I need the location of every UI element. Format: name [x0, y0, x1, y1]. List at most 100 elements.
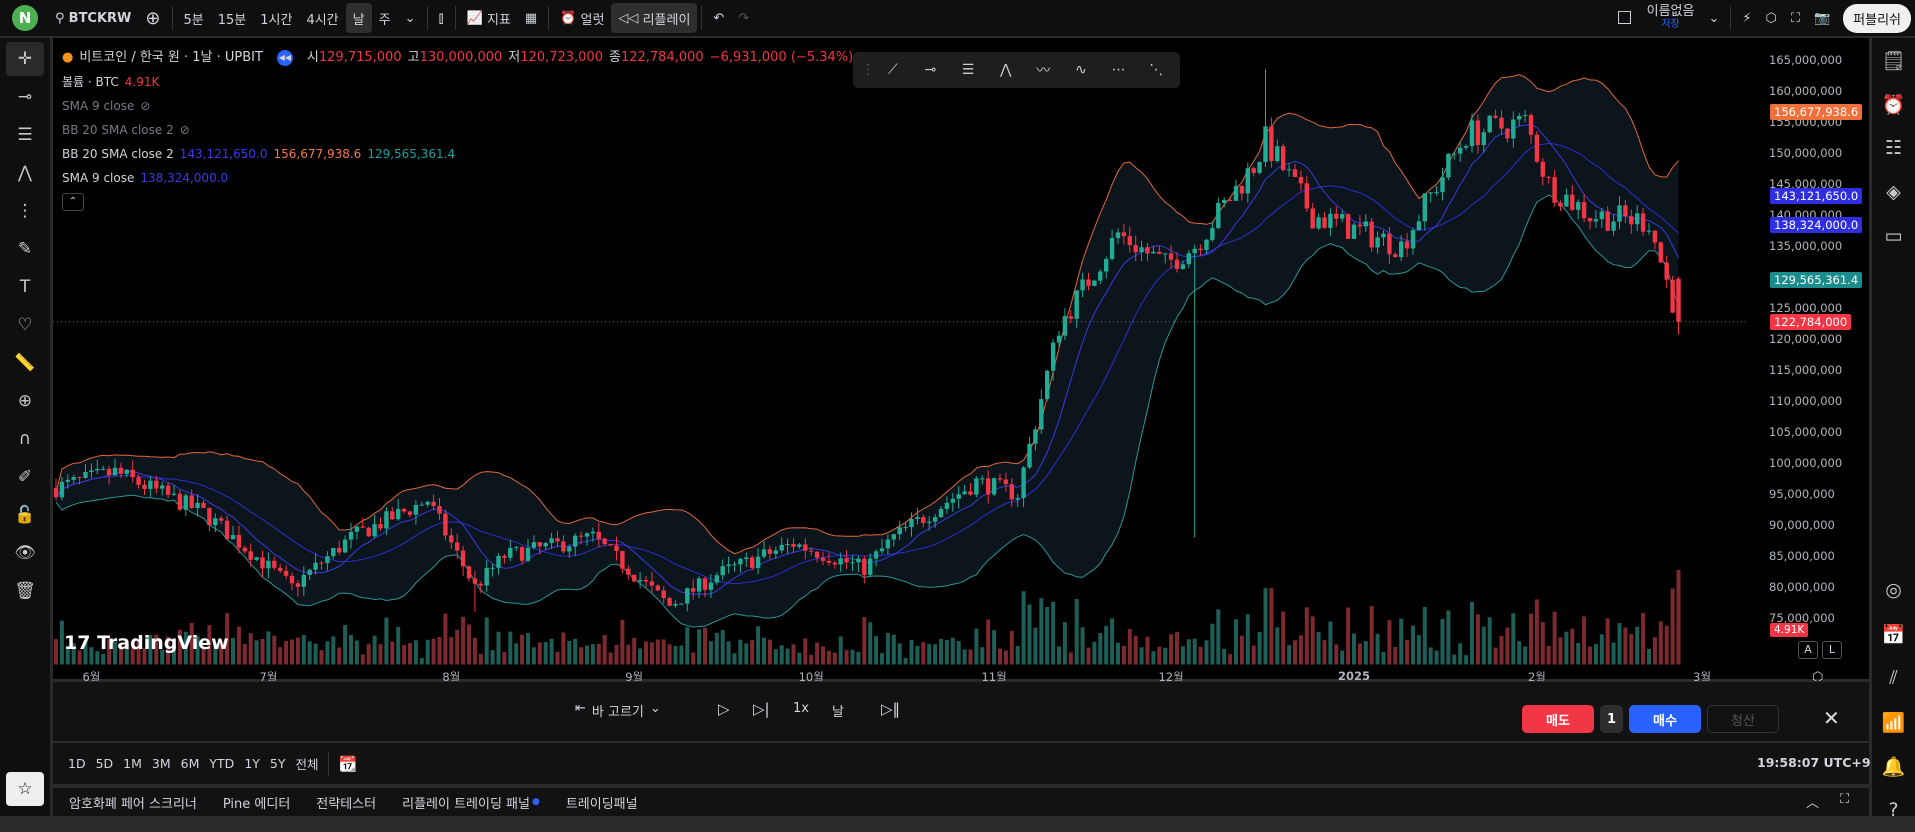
hidden-bb-legend-row[interactable]: BB 20 SMA close 2 ⊘	[62, 118, 853, 142]
buy-button[interactable]: 매수	[1629, 705, 1701, 733]
camera-icon[interactable]: 📷	[1807, 0, 1837, 36]
ruler-icon[interactable]: 📏	[6, 346, 44, 380]
lock-drawing-icon[interactable]: ✐	[6, 460, 44, 494]
zoom-in-icon[interactable]: ⊕	[6, 384, 44, 418]
close-replay-icon[interactable]: ✕	[1823, 706, 1840, 730]
magnet-icon[interactable]: ∩	[6, 422, 44, 456]
compare-symbol-button[interactable]: ⊕	[138, 0, 167, 36]
settings-gear-icon[interactable]: ⬡	[1759, 0, 1784, 36]
redo-icon[interactable]: ↷	[731, 0, 756, 36]
panel-tab[interactable]: 리플레이 트레이딩 패널	[402, 793, 530, 812]
range-1y[interactable]: 1Y	[239, 756, 265, 771]
heart-icon[interactable]: ♡	[6, 308, 44, 342]
sma-legend-row[interactable]: SMA 9 close 138,324,000.0	[62, 166, 853, 190]
hidden-sma-legend-row[interactable]: SMA 9 close ⊘	[62, 94, 853, 118]
range-5y[interactable]: 5Y	[265, 756, 291, 771]
quick-search-icon[interactable]: ⚡	[1735, 0, 1758, 36]
panel-tab[interactable]: 전략테스터	[316, 793, 376, 812]
speed-button[interactable]: 1x	[793, 701, 809, 716]
pattern-icon[interactable]: ⋀	[6, 156, 44, 190]
undo-icon[interactable]: ↶	[706, 0, 731, 36]
range-1m[interactable]: 1M	[118, 756, 147, 771]
trend-line-icon[interactable]: ⊸	[6, 80, 44, 114]
jump-to-realtime-button[interactable]: ▷‖	[881, 700, 900, 718]
watchlist-icon[interactable]: 🗒	[1872, 38, 1915, 82]
text-icon[interactable]: T	[6, 270, 44, 304]
interval-15m[interactable]: 15분	[211, 0, 254, 36]
interval-week[interactable]: 주	[372, 0, 398, 36]
volume-legend-row[interactable]: 볼륨 · BTC 4.91K	[62, 70, 853, 94]
help-icon[interactable]: ?	[1872, 788, 1915, 832]
collapse-panel-icon[interactable]: ︿	[1806, 792, 1819, 811]
bell-icon[interactable]: 🔔	[1872, 744, 1915, 788]
prediction-icon[interactable]: ⋮	[6, 194, 44, 228]
sell-button[interactable]: 매도	[1522, 705, 1594, 733]
replay-rewind-icon[interactable]: ◀◀	[276, 50, 293, 66]
range-3m[interactable]: 3M	[147, 756, 176, 771]
close-position-button[interactable]: 청산	[1707, 705, 1779, 733]
drag-handle-icon[interactable]: ⋮	[861, 62, 875, 78]
range-6m[interactable]: 6M	[176, 756, 205, 771]
price-axis[interactable]: 165,000,000 160,000,000 155,000,000 150,000…	[1747, 38, 1869, 679]
maximize-panel-icon[interactable]: ⛶	[1840, 792, 1849, 807]
replay-interval-button[interactable]: 날	[832, 701, 844, 720]
layout-square-icon[interactable]: ☐	[1609, 0, 1639, 36]
range-5d[interactable]: 5D	[91, 756, 119, 771]
panel-tab[interactable]: 트레이딩패널	[566, 793, 638, 812]
object-tree-icon[interactable]: ☷	[1872, 126, 1915, 170]
brush-icon[interactable]: ✎	[6, 232, 44, 266]
alarm-icon[interactable]: ⏰	[1872, 82, 1915, 126]
fullscreen-icon[interactable]: ⛶	[1784, 0, 1807, 36]
interval-dropdown-chevron-icon[interactable]: ⌄	[398, 0, 423, 36]
interval-4h[interactable]: 4시간	[299, 0, 345, 36]
step-forward-button[interactable]: ▷|	[753, 700, 770, 718]
collapse-legend-button[interactable]: ⌃	[62, 193, 84, 211]
pitchfork-icon[interactable]: ⫽	[1872, 656, 1915, 700]
calendar-icon[interactable]: 📅	[1872, 612, 1915, 656]
short-position-icon[interactable]: ⋱	[1140, 62, 1172, 78]
trash-icon[interactable]: 🗑	[6, 574, 44, 608]
range-전체[interactable]: 전체	[291, 754, 324, 773]
range-1d[interactable]: 1D	[63, 756, 91, 771]
fib-retracement-icon[interactable]: ☰	[6, 118, 44, 152]
chat-icon[interactable]: ▭	[1872, 214, 1915, 258]
auto-scale-button[interactable]: A	[1798, 641, 1818, 659]
publish-button[interactable]: 퍼블리쉬	[1843, 3, 1911, 33]
interval-day[interactable]: 날	[345, 3, 372, 33]
replay-button[interactable]: ◁◁ 리플레이	[611, 3, 698, 33]
long-position-icon[interactable]: ⋯	[1103, 62, 1135, 78]
candle-type-icon[interactable]: ⫾	[432, 0, 451, 36]
layout-name-dropdown[interactable]: 이름없음 저장	[1640, 0, 1702, 36]
go-to-date-calendar-icon[interactable]: 📆	[333, 755, 364, 773]
user-avatar[interactable]: N	[12, 5, 38, 31]
range-ytd[interactable]: YTD	[204, 756, 239, 771]
interval-5m[interactable]: 5분	[177, 0, 211, 36]
broadcast-icon[interactable]: 📶	[1872, 700, 1915, 744]
eye-hidden-icon[interactable]: ⊘	[140, 94, 150, 118]
elliott-wave-icon[interactable]: 〰	[1028, 60, 1060, 80]
indicators-button[interactable]: 📈 지표	[460, 0, 518, 36]
lock-icon[interactable]: 🔓	[6, 498, 44, 532]
horizontal-ray-icon[interactable]: ⊸	[915, 62, 947, 78]
select-bar-dropdown[interactable]: ⇤ 바 고르기 ⌄	[575, 701, 661, 720]
layers-icon[interactable]: ◈	[1872, 170, 1915, 214]
target-icon[interactable]: ◎	[1872, 568, 1915, 612]
interval-1h[interactable]: 1시간	[253, 0, 299, 36]
chevron-down-icon[interactable]: ⌄	[1701, 0, 1726, 36]
bb-legend-row[interactable]: BB 20 SMA close 2 143,121,650.0 156,677,93…	[62, 142, 853, 166]
panel-tab[interactable]: 암호화폐 페어 스크리너	[69, 793, 197, 812]
abc-wave-icon[interactable]: ∿	[1065, 62, 1097, 78]
eye-hidden-icon[interactable]: ⊘	[180, 118, 190, 142]
tradingview-watermark[interactable]: 𝟭𝟳 TradingView	[64, 632, 229, 654]
quantity-field[interactable]: 1	[1600, 705, 1623, 733]
symbol-search[interactable]: ⚲ BTCKRW	[48, 0, 138, 36]
watchlist-star-icon[interactable]: ☆	[6, 772, 44, 806]
trend-line-icon[interactable]: ⟋	[877, 62, 909, 78]
clock[interactable]: 19:58:07 UTC+9	[1757, 755, 1871, 770]
eye-icon[interactable]: 👁	[6, 536, 44, 570]
alert-button[interactable]: ⏰ 얼럿	[553, 0, 611, 36]
fib-icon[interactable]: ☰	[952, 62, 984, 78]
play-button[interactable]: ▷	[718, 700, 730, 718]
crosshair-icon[interactable]: ✛	[6, 42, 44, 76]
panel-tab[interactable]: Pine 에디터	[223, 793, 290, 812]
